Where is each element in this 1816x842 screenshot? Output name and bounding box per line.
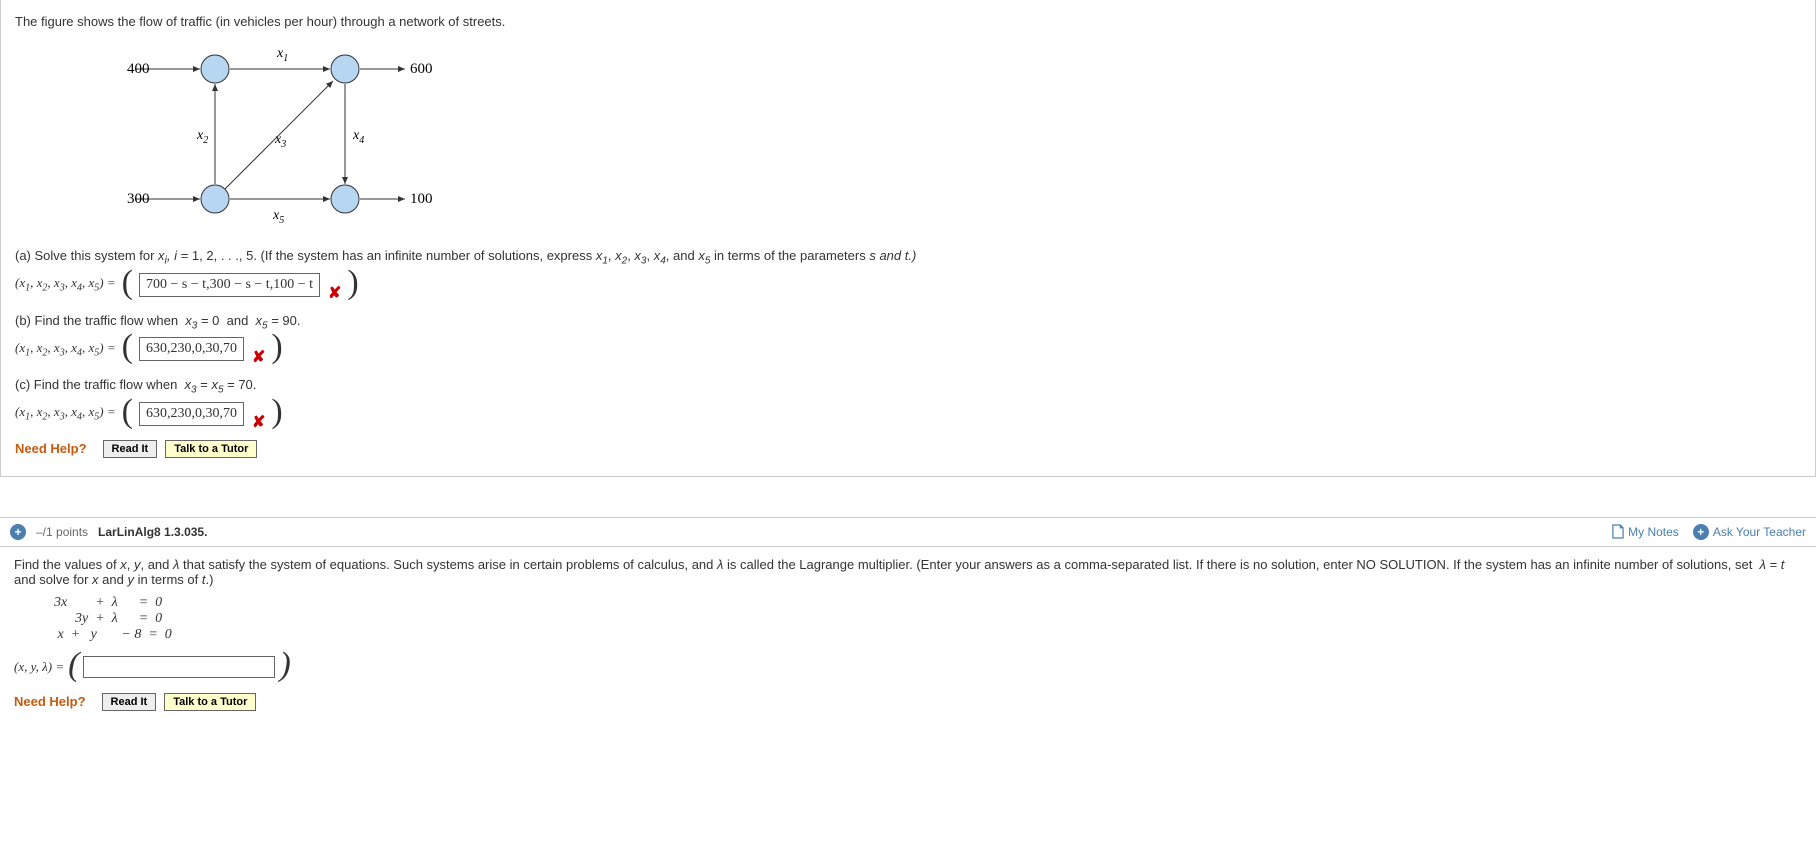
talk-tutor-button-2[interactable]: Talk to a Tutor (164, 693, 256, 711)
my-notes-label: My Notes (1628, 525, 1679, 539)
q2-intro: Find the values of x, y, and λ that sati… (14, 557, 1802, 587)
question-1: The figure shows the flow of traffic (in… (0, 0, 1816, 477)
edge-x1: x1 (276, 46, 288, 64)
question-2-header: + –/1 points LarLinAlg8 1.3.035. My Note… (0, 517, 1816, 547)
expand-icon[interactable]: + (10, 524, 26, 540)
left-paren-icon: ( (122, 335, 133, 359)
points-label: –/1 points (36, 525, 88, 539)
ask-teacher-button[interactable]: + Ask Your Teacher (1693, 524, 1806, 540)
plus-icon: + (1693, 524, 1709, 540)
wrong-icon: ✘ (252, 412, 265, 432)
wrong-icon: ✘ (252, 347, 265, 367)
part-b-answer-row: (x1, x2, x3, x4, x5) = ( 630,230,0,30,70… (15, 337, 1801, 361)
assignment-id: LarLinAlg8 1.3.035. (98, 525, 207, 539)
right-paren-icon: ) (347, 271, 358, 295)
q2-answer-input[interactable] (83, 656, 275, 678)
part-c-label: (x1, x2, x3, x4, x5) = (15, 404, 116, 423)
traffic-figure: 400 600 300 100 x1 x2 x3 x4 x5 (105, 39, 1801, 232)
left-paren-icon: ( (122, 400, 133, 424)
header-right: My Notes + Ask Your Teacher (1611, 524, 1806, 540)
equation-block: 3x + λ = 0 3y + λ = 0 x + y − 8 = 0 (54, 595, 1802, 643)
edge-x2: x2 (196, 128, 208, 146)
wrong-icon: ✘ (328, 283, 341, 303)
part-a-tail: in terms of the parameters (714, 248, 869, 263)
label-600: 600 (410, 61, 433, 77)
q1-intro: The figure shows the flow of traffic (in… (15, 14, 1801, 29)
ask-teacher-label: Ask Your Teacher (1713, 525, 1806, 539)
part-a-mid: = 1, 2, . . ., 5. (If the system has an … (181, 248, 596, 263)
edge-x4: x4 (352, 128, 364, 146)
right-paren-icon: ) (271, 335, 282, 359)
question-2-body: Find the values of x, y, and λ that sati… (0, 547, 1816, 721)
label-100: 100 (410, 191, 433, 207)
my-notes-button[interactable]: My Notes (1611, 524, 1679, 539)
q2-answer-label: (x, y, λ) = (14, 659, 64, 675)
need-help-label-2: Need Help? (14, 694, 86, 709)
traffic-svg: 400 600 300 100 x1 x2 x3 x4 x5 (105, 39, 445, 229)
note-icon (1611, 524, 1624, 539)
help-row-2: Need Help? Read It Talk to a Tutor (14, 693, 1802, 711)
part-a-answer-row: (x1, x2, x3, x4, x5) = ( 700 − s − t,300… (15, 273, 1801, 297)
read-it-button-2[interactable]: Read It (102, 693, 157, 711)
need-help-label: Need Help? (15, 441, 87, 456)
right-paren-icon: ) (279, 653, 290, 677)
label-300: 300 (127, 191, 150, 207)
part-a-pre: (a) Solve this system for (15, 248, 158, 263)
part-c-input[interactable]: 630,230,0,30,70 (139, 402, 244, 426)
part-c-prompt: (c) Find the traffic flow when x3 = x5 =… (15, 377, 1801, 396)
part-a-label: (x1, x2, x3, x4, x5) = (15, 275, 116, 294)
header-left: + –/1 points LarLinAlg8 1.3.035. (10, 524, 207, 540)
label-400: 400 (127, 61, 150, 77)
help-row: Need Help? Read It Talk to a Tutor (15, 440, 1801, 458)
part-c-answer-row: (x1, x2, x3, x4, x5) = ( 630,230,0,30,70… (15, 402, 1801, 426)
left-paren-icon: ( (68, 653, 79, 677)
edge-x5: x5 (272, 208, 284, 226)
q2-answer-row: (x, y, λ) = ( ) (14, 655, 1802, 679)
part-a-input[interactable]: 700 − s − t,300 − s − t,100 − t (139, 273, 320, 297)
part-a-prompt: (a) Solve this system for xi, i = 1, 2, … (15, 248, 1801, 267)
part-b-input[interactable]: 630,230,0,30,70 (139, 337, 244, 361)
part-b-label: (x1, x2, x3, x4, x5) = (15, 340, 116, 359)
talk-tutor-button[interactable]: Talk to a Tutor (165, 440, 257, 458)
edge-x3: x3 (274, 132, 286, 150)
part-a-params: s and t.) (869, 248, 916, 263)
part-b-prompt: (b) Find the traffic flow when x3 = 0 an… (15, 313, 1801, 332)
left-paren-icon: ( (122, 271, 133, 295)
read-it-button[interactable]: Read It (103, 440, 158, 458)
right-paren-icon: ) (271, 400, 282, 424)
